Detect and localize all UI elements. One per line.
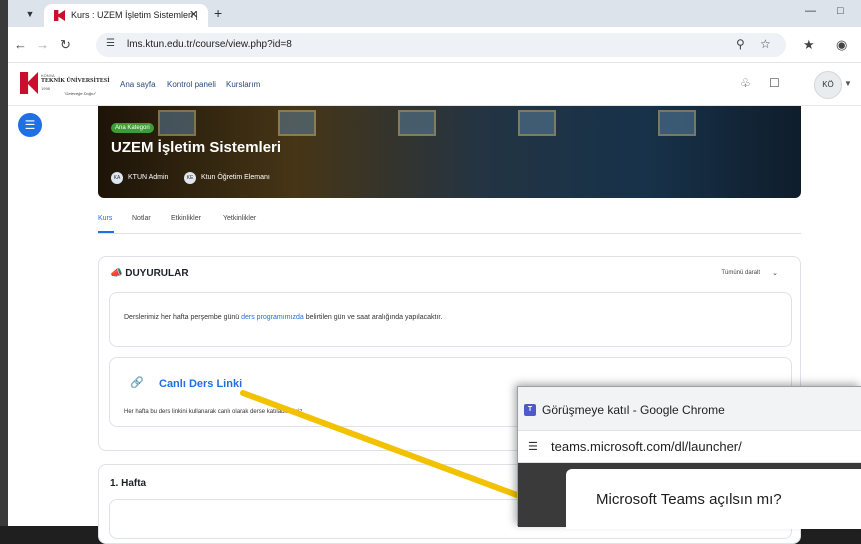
site-info-icon[interactable]: ☰ [106, 38, 115, 49]
tab-activities[interactable]: Etkinlikler [171, 215, 201, 222]
user-avatar[interactable]: KÖ [814, 71, 842, 99]
logo-text-university: TEKNİK ÜNİVERSİTESİ [41, 78, 110, 84]
section-title-text: DUYURULAR [125, 268, 189, 279]
banner-computer-image [518, 110, 556, 136]
announcement-text: Derslerimiz her hafta perşembe günü ders… [124, 314, 442, 321]
nav-home[interactable]: Ana sayfa [120, 80, 156, 89]
notifications-bell-icon[interactable]: ♧ [740, 76, 751, 90]
teams-popup-window: T Görüşmeye katıl - Google Chrome ☰ team… [517, 386, 861, 529]
live-lesson-description: Her hafta bu ders linkini kullanarak can… [124, 409, 305, 415]
section-title[interactable]: 📣 DUYURULAR [110, 268, 189, 279]
tab-course[interactable]: Kurs [98, 215, 112, 222]
teams-icon: T [524, 404, 536, 416]
popup-title: Görüşmeye katıl - Google Chrome [542, 403, 725, 417]
profile-icon[interactable]: ◉ [836, 37, 847, 53]
nav-my-courses[interactable]: Kurslarım [226, 80, 260, 89]
dialog-title: Microsoft Teams açılsın mı? [596, 491, 782, 508]
course-index-drawer-toggle-icon[interactable]: ☰ [18, 113, 42, 137]
logo-text-year: 1998 [41, 86, 50, 91]
user-menu-chevron-icon[interactable]: ▼ [844, 79, 852, 88]
extensions-icon[interactable]: ★ [803, 37, 815, 53]
browser-toolbar: ← → ↻ ☰ lms.ktun.edu.tr/course/view.php?… [8, 27, 861, 63]
live-lesson-link[interactable]: Canlı Ders Linki [159, 378, 242, 390]
teacher-avatar: KA [111, 172, 123, 184]
banner-computer-image [158, 110, 196, 136]
logo-text-motto: "Geleceğe Doğru" [64, 91, 96, 96]
popup-url: teams.microsoft.com/dl/launcher/ [551, 439, 742, 454]
course-banner: Ana Kategori UZEM İşletim Sistemleri KA … [98, 106, 801, 198]
maximize-icon[interactable]: □ [837, 5, 844, 17]
open-teams-dialog: Microsoft Teams açılsın mı? [566, 469, 861, 529]
course-secondary-nav: Kurs Notlar Etkinlikler Yetkinlikler [98, 212, 801, 234]
browser-tab[interactable]: Kurs : UZEM İşletim Sistemleri | ✕ [44, 4, 208, 27]
link-icon: 🔗 [130, 377, 144, 389]
megaphone-icon: 📣 [110, 268, 123, 279]
banner-computer-image [658, 110, 696, 136]
zoom-icon[interactable]: ⚲ [736, 37, 745, 51]
category-badge[interactable]: Ana Kategori [111, 123, 154, 133]
address-bar[interactable]: ☰ lms.ktun.edu.tr/course/view.php?id=8 ⚲… [96, 33, 786, 57]
tab-strip: ▼ Kurs : UZEM İşletim Sistemleri | ✕ + —… [8, 0, 861, 27]
ktun-favicon-icon [54, 10, 65, 21]
teacher-name[interactable]: KTUN Admin [128, 174, 168, 181]
schedule-link[interactable]: ders programımızda [241, 314, 304, 321]
course-title: UZEM İşletim Sistemleri [111, 139, 282, 156]
active-tab-indicator [98, 231, 114, 233]
announcement-card: Derslerimiz her hafta perşembe günü ders… [109, 292, 792, 347]
nav-dashboard[interactable]: Kontrol paneli [167, 80, 216, 89]
tab-competencies[interactable]: Yetkinlikler [223, 215, 256, 222]
back-icon[interactable]: ← [14, 37, 27, 52]
teacher-avatar: KE [184, 172, 196, 184]
tab-search-chevron-icon[interactable]: ▼ [22, 6, 38, 22]
popup-body: Microsoft Teams açılsın mı? [518, 463, 861, 529]
minimize-icon[interactable]: — [805, 5, 816, 17]
tab-grades[interactable]: Notlar [132, 215, 151, 222]
popup-address-bar: ☰ teams.microsoft.com/dl/launcher/ [518, 431, 861, 463]
bookmark-star-icon[interactable]: ☆ [760, 37, 771, 51]
banner-computer-image [398, 110, 436, 136]
tab-close-icon[interactable]: ✕ [189, 8, 198, 21]
tab-title: Kurs : UZEM İşletim Sistemleri | [71, 10, 198, 20]
new-tab-icon[interactable]: + [214, 5, 222, 21]
popup-titlebar: T Görüşmeye katıl - Google Chrome [518, 387, 861, 431]
forward-icon[interactable]: → [36, 37, 49, 52]
ktun-logo-icon[interactable] [20, 72, 38, 94]
announcement-text-after: belirtilen gün ve saat aralığında yapıla… [303, 314, 443, 321]
collapse-chevron-icon[interactable]: ⌄ [772, 269, 778, 277]
messages-icon[interactable]: ☐ [769, 76, 780, 90]
announcement-text-before: Derslerimiz her hafta perşembe günü [124, 314, 242, 321]
week-title[interactable]: 1. Hafta [110, 478, 146, 489]
reload-icon[interactable]: ↻ [60, 37, 71, 53]
site-info-icon[interactable]: ☰ [528, 440, 538, 453]
banner-computer-image [278, 110, 316, 136]
teacher-name[interactable]: Ktun Öğretim Elemanı [201, 174, 270, 181]
url-text: lms.ktun.edu.tr/course/view.php?id=8 [127, 39, 292, 50]
collapse-all-link[interactable]: Tümünü daralt [721, 270, 760, 276]
site-header: KONYA TEKNİK ÜNİVERSİTESİ 1998 "Geleceğe… [8, 64, 861, 106]
